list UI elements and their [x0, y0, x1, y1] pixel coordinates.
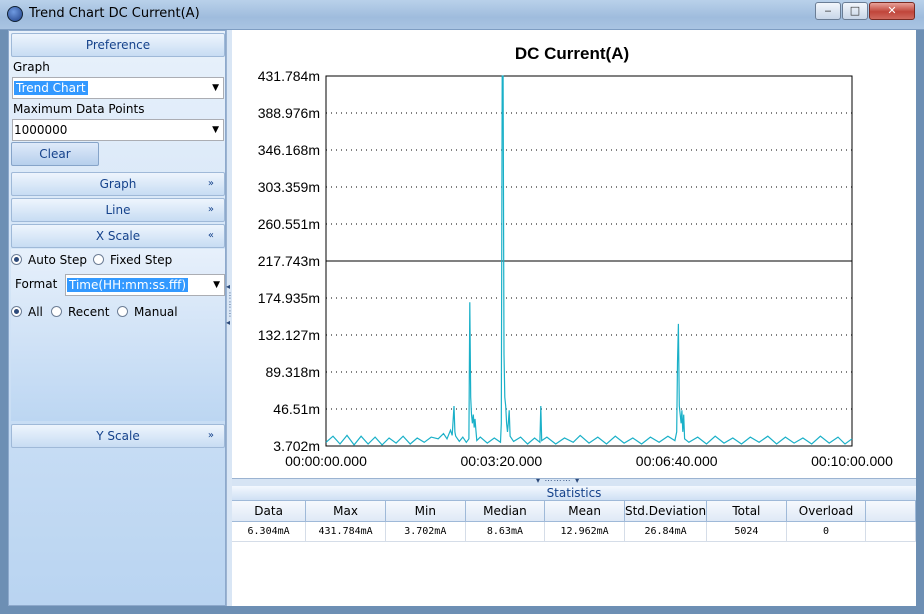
- y-tick-label: 46.51m: [273, 401, 320, 417]
- y-tick-label: 3.702m: [273, 438, 320, 454]
- section-y-scale[interactable]: Y Scale »: [11, 424, 225, 448]
- column-header[interactable]: Min: [385, 501, 466, 522]
- x-tick-label: 00:03:20.000: [460, 453, 542, 469]
- y-tick-label: 174.935m: [258, 290, 320, 306]
- format-value: Time(HH:mm:ss.fff): [67, 278, 189, 292]
- dropdown-arrow-icon: ▼: [213, 280, 220, 290]
- title-bar: Trend Chart DC Current(A) ‒ □ ✕: [0, 0, 924, 30]
- y-tick-label: 217.743m: [258, 253, 320, 269]
- chart-title: DC Current(A): [514, 44, 630, 63]
- preference-header[interactable]: Preference: [11, 33, 225, 57]
- chevron-double-down-icon: »: [207, 430, 214, 441]
- y-tick-label: 89.318m: [266, 364, 320, 380]
- grid-lines: [326, 112, 852, 410]
- table-cell-filler: [865, 521, 916, 542]
- table-cell: 431.784mA: [305, 521, 386, 542]
- radio-dot: [93, 254, 104, 265]
- section-line-label: Line: [105, 203, 131, 217]
- radio-dot: [117, 306, 128, 317]
- y-tick-label: 388.976m: [258, 105, 320, 121]
- table-cell: 5024: [706, 521, 787, 542]
- table-cell: 8.63mA: [465, 521, 546, 542]
- radio-manual-label: Manual: [134, 305, 178, 319]
- table-cell: 6.304mA: [232, 521, 307, 542]
- max-points-label: Maximum Data Points: [13, 102, 145, 116]
- column-header[interactable]: Total: [706, 501, 787, 522]
- format-select[interactable]: Time(HH:mm:ss.fff) ▼: [65, 274, 225, 296]
- y-tick-label: 132.127m: [258, 327, 320, 343]
- section-graph-label: Graph: [99, 177, 137, 191]
- section-x-scale-label: X Scale: [95, 229, 141, 243]
- x-axis-ticks: 00:00:00.000 00:03:20.000 00:06:40.000 00:1…: [285, 453, 893, 469]
- column-header[interactable]: Overload: [786, 501, 867, 522]
- column-header[interactable]: Data: [232, 501, 307, 522]
- radio-auto-step-label: Auto Step: [28, 253, 87, 267]
- y-tick-label: 303.359m: [258, 179, 320, 195]
- preference-panel: Preference Graph Trend Chart ▼ Maximum D…: [8, 30, 226, 606]
- radio-all[interactable]: All: [11, 305, 43, 319]
- radio-recent-label: Recent: [68, 305, 110, 319]
- radio-manual[interactable]: Manual: [117, 305, 178, 319]
- radio-fixed-step-label: Fixed Step: [110, 253, 173, 267]
- maximize-button[interactable]: □: [842, 2, 868, 20]
- clear-button[interactable]: Clear: [11, 142, 99, 166]
- series-layer: [325, 75, 853, 446]
- y-tick-label: 260.551m: [258, 216, 320, 232]
- minimize-button[interactable]: ‒: [815, 2, 841, 20]
- chevron-double-down-icon: »: [207, 204, 214, 215]
- window-title: Trend Chart DC Current(A): [29, 6, 200, 21]
- y-tick-label: 346.168m: [258, 142, 320, 158]
- horizontal-splitter-grip-icon[interactable]: ▾ ⋯⋯⋯ ▾: [536, 476, 580, 485]
- statistics-body: 6.304mA 431.784mA 3.702mA 8.63mA 12.962mA 26.…: [232, 521, 916, 542]
- radio-dot: [11, 306, 22, 317]
- statistics-panel: Statistics Data Max Min Median Mean Std.Devia…: [232, 486, 916, 606]
- statistics-table: Data Max Min Median Mean Std.Deviation Total Ov…: [232, 501, 916, 542]
- table-cell: 0: [786, 521, 867, 542]
- dropdown-arrow-icon: ▼: [212, 125, 219, 135]
- x-tick-label: 00:00:00.000: [285, 453, 367, 469]
- max-points-value: 1000000: [14, 123, 68, 137]
- section-y-scale-label: Y Scale: [96, 429, 140, 443]
- table-cell: 3.702mA: [385, 521, 466, 542]
- section-graph[interactable]: Graph »: [11, 172, 225, 196]
- table-cell: 26.84mA: [624, 521, 708, 542]
- statistics-header-row: Data Max Min Median Mean Std.Deviation Total Ov…: [232, 501, 916, 522]
- table-cell: 12.962mA: [544, 521, 625, 542]
- section-line[interactable]: Line »: [11, 198, 225, 222]
- chevron-double-up-icon: «: [207, 230, 214, 241]
- app-icon: [7, 6, 23, 22]
- max-points-select[interactable]: 1000000 ▼: [12, 119, 224, 141]
- radio-dot: [11, 254, 22, 265]
- y-tick-label: 431.784m: [258, 68, 320, 84]
- format-label: Format: [15, 277, 58, 291]
- radio-dot: [51, 306, 62, 317]
- radio-auto-step[interactable]: Auto Step: [11, 253, 87, 267]
- column-header-filler: [865, 501, 916, 522]
- section-x-scale[interactable]: X Scale «: [11, 224, 225, 248]
- y-axis-ticks: 431.784m 388.976m 346.168m 303.359m 260.551m…: [258, 68, 320, 454]
- column-header[interactable]: Mean: [544, 501, 625, 522]
- radio-all-label: All: [28, 305, 43, 319]
- x-tick-label: 00:06:40.000: [636, 453, 718, 469]
- column-header[interactable]: Max: [305, 501, 386, 522]
- x-tick-label: 00:10:00.000: [811, 453, 893, 469]
- statistics-header: Statistics: [232, 486, 916, 501]
- graph-type-select[interactable]: Trend Chart ▼: [12, 77, 224, 99]
- graph-label: Graph: [13, 60, 50, 74]
- radio-fixed-step[interactable]: Fixed Step: [93, 253, 172, 267]
- table-row[interactable]: 6.304mA 431.784mA 3.702mA 8.63mA 12.962mA 26.…: [232, 521, 916, 542]
- trend-chart: 431.784m 388.976m 346.168m 303.359m 260.551m…: [258, 68, 893, 469]
- series-line: [325, 75, 853, 446]
- graph-type-value: Trend Chart: [14, 81, 88, 95]
- column-header[interactable]: Median: [465, 501, 546, 522]
- chevron-double-down-icon: »: [207, 178, 214, 189]
- column-header[interactable]: Std.Deviation: [624, 501, 708, 522]
- x-scale-body: Auto Step Fixed Step Format Time(HH:mm:s…: [11, 249, 225, 421]
- radio-recent[interactable]: Recent: [51, 305, 109, 319]
- close-button[interactable]: ✕: [869, 2, 915, 20]
- dropdown-arrow-icon: ▼: [212, 83, 219, 93]
